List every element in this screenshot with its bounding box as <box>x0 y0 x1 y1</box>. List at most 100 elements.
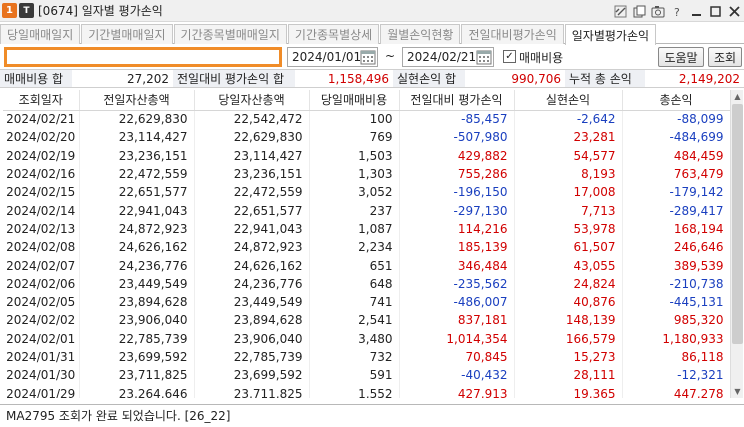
column-header[interactable]: 총손익 <box>622 90 730 111</box>
table-row[interactable]: 2024/02/05 23,894,628 23,449,549 741 -486,00… <box>3 292 730 312</box>
scroll-down-icon[interactable]: ▼ <box>731 385 744 398</box>
value-cell: 22,785,739 <box>79 329 195 348</box>
value-cell: 429,882 <box>399 146 515 165</box>
value-cell: 22,542,472 <box>194 110 310 129</box>
column-header[interactable]: 당일매매비용 <box>309 90 400 111</box>
value-cell: 23,114,427 <box>194 146 310 165</box>
table-row[interactable]: 2024/02/08 24,626,162 24,872,923 2,234 185,1… <box>3 238 730 257</box>
column-header[interactable]: 전일자산총액 <box>79 90 195 111</box>
column-header[interactable]: 당일자산총액 <box>194 90 310 111</box>
date-range-separator: ~ <box>385 49 396 63</box>
end-date-field[interactable]: 2024/02/21 <box>402 47 494 67</box>
close-icon[interactable] <box>726 3 742 19</box>
start-date-field[interactable]: 2024/01/01 <box>287 47 378 67</box>
value-cell: -445,131 <box>622 292 730 312</box>
realized-total-label: 실현손익 합 <box>393 70 465 87</box>
table-row[interactable]: 2024/02/21 22,629,830 22,542,472 100 -85,457… <box>3 110 730 129</box>
value-cell: 23,449,549 <box>79 274 195 293</box>
tab-period-trade-journal[interactable]: 기간별매매일지 <box>81 24 173 44</box>
value-cell: 23,449,549 <box>194 292 310 312</box>
value-cell: 246,646 <box>622 238 730 257</box>
tab-prev-day-eval-pnl[interactable]: 전일대비평가손익 <box>461 24 564 44</box>
start-date-value: 2024/01/01 <box>292 50 362 64</box>
value-cell: 1,014,354 <box>399 329 515 348</box>
column-header[interactable]: 전일대비 평가손익 <box>399 90 515 111</box>
value-cell: 648 <box>309 274 400 293</box>
value-cell: -507,980 <box>399 128 515 147</box>
help-button[interactable]: 도움말 <box>658 47 704 67</box>
include-fee-checkbox[interactable]: ✓ <box>503 50 516 63</box>
tab-daily-trade-journal[interactable]: 당일매매일지 <box>0 24 81 44</box>
value-cell: -196,150 <box>399 183 515 202</box>
table-row[interactable]: 2024/02/16 22,472,559 23,236,151 1,303 755,2… <box>3 164 730 184</box>
table-row[interactable]: 2024/02/01 22,785,739 23,906,040 3,480 1,014… <box>3 329 730 348</box>
value-cell: 389,539 <box>622 256 730 275</box>
value-cell: 24,236,776 <box>79 256 195 275</box>
table-row[interactable]: 2024/02/15 22,651,577 22,472,559 3,052 -196,… <box>3 183 730 202</box>
table-row[interactable]: 2024/02/06 23,449,549 24,236,776 648 -235,56… <box>3 274 730 293</box>
value-cell: 22,472,559 <box>194 183 310 202</box>
table-row[interactable]: 2024/01/29 23,264,646 23,711,825 1,552 427,9… <box>3 384 730 398</box>
value-cell: 40,876 <box>514 292 623 312</box>
maximize-icon[interactable] <box>707 3 723 19</box>
help-icon[interactable]: ? <box>669 3 685 19</box>
table-row[interactable]: 2024/02/19 23,236,151 23,114,427 1,503 429,8… <box>3 146 730 165</box>
date-cell: 2024/02/13 <box>3 219 80 239</box>
date-cell: 2024/01/30 <box>3 366 80 385</box>
table-row[interactable]: 2024/01/31 23,699,592 22,785,739 732 70,845 1… <box>3 347 730 367</box>
scroll-thumb[interactable] <box>732 104 743 344</box>
link-icon[interactable] <box>612 3 628 19</box>
value-cell: -235,562 <box>399 274 515 293</box>
column-header[interactable]: 조회일자 <box>3 90 80 111</box>
value-cell: 23,894,628 <box>79 292 195 312</box>
value-cell: 17,008 <box>514 183 623 202</box>
tab-bar: 당일매매일지 기간별매매일지 기간종목별매매일지 기간종목별상세 월별손익현황 … <box>0 24 744 45</box>
column-header[interactable]: 실현손익 <box>514 90 623 111</box>
tab-daily-eval-pnl[interactable]: 일자별평가손익 <box>564 24 657 45</box>
account-input[interactable] <box>4 47 282 67</box>
prev-eval-total-label: 전일대비 평가손익 합 <box>173 70 295 87</box>
table-row[interactable]: 2024/02/20 23,114,427 22,629,830 769 -507,98… <box>3 128 730 147</box>
minimize-icon[interactable] <box>688 3 704 19</box>
end-date-value: 2024/02/21 <box>407 50 477 64</box>
value-cell: 8,193 <box>514 164 623 184</box>
value-cell: 837,181 <box>399 311 515 330</box>
value-cell: 427,913 <box>399 384 515 398</box>
value-cell: 24,236,776 <box>194 274 310 293</box>
query-button[interactable]: 조회 <box>708 47 742 67</box>
value-cell: 985,320 <box>622 311 730 330</box>
date-cell: 2024/01/29 <box>3 384 80 398</box>
value-cell: 237 <box>309 201 400 220</box>
daily-pnl-grid[interactable]: 조회일자 전일자산총액 당일자산총액 당일매매비용 전일대비 평가손익 실현손익… <box>3 90 730 398</box>
date-cell: 2024/02/08 <box>3 238 80 257</box>
tab-period-stock-detail[interactable]: 기간종목별상세 <box>287 24 380 44</box>
value-cell: 53,978 <box>514 219 623 239</box>
window-controls: ? <box>612 3 742 19</box>
table-row[interactable]: 2024/02/07 24,236,776 24,626,162 651 346,484… <box>3 256 730 275</box>
value-cell: 19,365 <box>514 384 623 398</box>
cumulative-total-value: 2,149,202 <box>678 71 740 86</box>
table-row[interactable]: 2024/02/02 23,906,040 23,894,628 2,541 837,1… <box>3 311 730 330</box>
table-row[interactable]: 2024/02/13 24,872,923 22,941,043 1,087 114,2… <box>3 219 730 239</box>
table-row[interactable]: 2024/02/14 22,941,043 22,651,577 237 -297,13… <box>3 201 730 220</box>
value-cell: 168,194 <box>622 219 730 239</box>
camera-icon[interactable] <box>650 3 666 19</box>
copy-icon[interactable] <box>631 3 647 19</box>
date-cell: 2024/02/14 <box>3 201 80 220</box>
tab-monthly-pnl[interactable]: 월별손익현황 <box>380 24 461 44</box>
fee-total-value: 27,202 <box>127 71 169 86</box>
vertical-scrollbar[interactable]: ▲ ▼ <box>730 90 743 398</box>
scroll-up-icon[interactable]: ▲ <box>731 90 744 103</box>
value-cell: 23,906,040 <box>79 311 195 330</box>
value-cell: 23,894,628 <box>194 311 310 330</box>
value-cell: 2,234 <box>309 238 400 257</box>
value-cell: 24,872,923 <box>79 219 195 239</box>
calendar-icon[interactable] <box>476 49 492 65</box>
value-cell: 23,281 <box>514 128 623 147</box>
value-cell: 15,273 <box>514 347 623 367</box>
table-row[interactable]: 2024/01/30 23,711,825 23,699,592 591 -40,432… <box>3 366 730 385</box>
value-cell: 23,236,151 <box>194 164 310 184</box>
calendar-icon[interactable] <box>360 49 376 65</box>
tab-period-stock-trade-journal[interactable]: 기간종목별매매일지 <box>173 24 287 44</box>
value-cell: 24,872,923 <box>194 238 310 257</box>
